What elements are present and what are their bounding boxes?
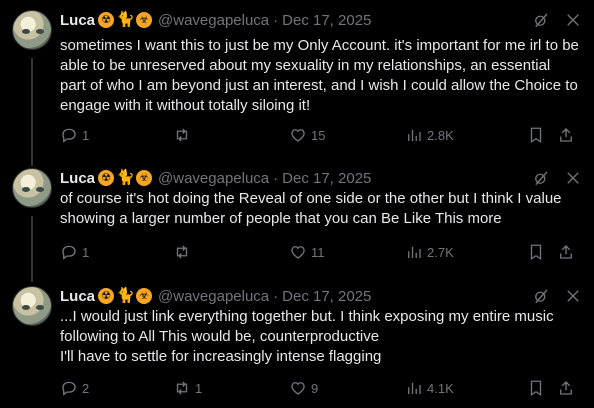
grok-icon[interactable] bbox=[532, 169, 550, 187]
retweet-button[interactable] bbox=[173, 126, 195, 144]
biohazard-emoji: ☣ bbox=[136, 170, 153, 186]
like-count: 15 bbox=[311, 127, 326, 143]
timestamp[interactable]: Dec 17, 2025 bbox=[282, 170, 371, 187]
more-icon[interactable] bbox=[564, 287, 582, 305]
radioactive-emoji: ☢ bbox=[98, 288, 115, 304]
action-bar: 1 11 2.7K bbox=[60, 242, 580, 262]
reply-button[interactable]: 1 bbox=[60, 243, 89, 261]
heart-icon bbox=[291, 382, 305, 395]
action-bar: 2 1 9 4.1K bbox=[60, 378, 580, 398]
tweet-text: of course it's hot doing the Reveal of o… bbox=[60, 190, 562, 227]
share-button[interactable] bbox=[557, 379, 575, 397]
views-icon bbox=[408, 382, 421, 394]
heart-icon bbox=[291, 129, 305, 142]
share-icon bbox=[560, 381, 572, 395]
retweet-button[interactable]: 1 bbox=[173, 379, 202, 397]
display-name[interactable]: Luca bbox=[60, 288, 95, 305]
views-icon bbox=[408, 246, 421, 258]
display-name[interactable]: Luca bbox=[60, 170, 95, 187]
display-name[interactable]: Luca bbox=[60, 12, 95, 29]
action-bar: 1 15 2.8K bbox=[60, 125, 580, 145]
like-count: 11 bbox=[311, 244, 325, 260]
reply-button[interactable]: 1 bbox=[60, 126, 89, 144]
radioactive-emoji: ☢ bbox=[98, 170, 115, 186]
reply-count: 1 bbox=[82, 244, 90, 260]
bookmark-icon bbox=[530, 380, 542, 397]
tweet-header: Luca ☢ 🐈 ☣ @wavegapeluca · Dec 17, 2025 bbox=[60, 10, 371, 30]
avatar[interactable] bbox=[12, 286, 52, 326]
separator-dot: · bbox=[273, 287, 279, 305]
cat-emoji: 🐈 bbox=[116, 287, 135, 304]
reply-button[interactable]: 2 bbox=[60, 379, 89, 397]
timestamp[interactable]: Dec 17, 2025 bbox=[282, 12, 371, 29]
view-count: 2.8K bbox=[427, 127, 454, 143]
share-button[interactable] bbox=[557, 243, 575, 261]
share-button[interactable] bbox=[557, 126, 575, 144]
retweet-icon bbox=[176, 245, 188, 259]
more-icon[interactable] bbox=[564, 169, 582, 187]
reply-icon bbox=[62, 245, 76, 260]
views-icon bbox=[408, 129, 421, 141]
handle[interactable]: @wavegapeluca bbox=[158, 288, 269, 305]
retweet-icon bbox=[176, 128, 188, 142]
retweet-icon bbox=[176, 381, 188, 395]
handle[interactable]: @wavegapeluca bbox=[158, 12, 269, 29]
like-button[interactable]: 9 bbox=[289, 379, 318, 397]
bookmark-button[interactable] bbox=[527, 243, 545, 261]
biohazard-emoji: ☣ bbox=[136, 288, 153, 304]
reply-icon bbox=[62, 381, 76, 396]
view-count: 4.1K bbox=[427, 380, 454, 396]
tweet-text: ...I would just link everything together… bbox=[60, 308, 554, 365]
reply-icon bbox=[62, 128, 76, 143]
tweet-text: sometimes I want this to just be my Only… bbox=[60, 37, 579, 114]
view-count: 2.7K bbox=[427, 244, 454, 260]
share-icon bbox=[560, 128, 572, 142]
retweet-count: 1 bbox=[195, 380, 203, 396]
tweet-header: Luca ☢ 🐈 ☣ @wavegapeluca · Dec 17, 2025 bbox=[60, 168, 371, 188]
tweet-header: Luca ☢ 🐈 ☣ @wavegapeluca · Dec 17, 2025 bbox=[60, 286, 371, 306]
cat-emoji: 🐈 bbox=[116, 11, 135, 28]
more-icon[interactable] bbox=[564, 11, 582, 29]
share-icon bbox=[560, 245, 572, 259]
reply-count: 1 bbox=[82, 127, 90, 143]
separator-dot: · bbox=[273, 169, 279, 187]
handle[interactable]: @wavegapeluca bbox=[158, 170, 269, 187]
biohazard-emoji: ☣ bbox=[136, 12, 153, 28]
like-button[interactable]: 11 bbox=[289, 243, 325, 261]
separator-dot: · bbox=[273, 11, 279, 29]
like-button[interactable]: 15 bbox=[289, 126, 325, 144]
radioactive-emoji: ☢ bbox=[98, 12, 115, 28]
bookmark-icon bbox=[530, 244, 542, 261]
reply-count: 2 bbox=[82, 380, 90, 396]
views-button[interactable]: 2.8K bbox=[405, 126, 454, 144]
grok-icon[interactable] bbox=[532, 11, 550, 29]
views-button[interactable]: 4.1K bbox=[405, 379, 454, 397]
thread-line bbox=[31, 216, 33, 282]
heart-icon bbox=[291, 246, 305, 259]
timestamp[interactable]: Dec 17, 2025 bbox=[282, 288, 371, 305]
avatar[interactable] bbox=[12, 168, 52, 208]
cat-emoji: 🐈 bbox=[116, 169, 135, 186]
views-button[interactable]: 2.7K bbox=[405, 243, 454, 261]
retweet-button[interactable] bbox=[173, 243, 195, 261]
avatar[interactable] bbox=[12, 10, 52, 50]
bookmark-button[interactable] bbox=[527, 126, 545, 144]
tweet[interactable]: Luca ☢ 🐈 ☣ @wavegapeluca · Dec 17, 2025 … bbox=[0, 0, 594, 160]
bookmark-icon bbox=[530, 127, 542, 144]
grok-icon[interactable] bbox=[532, 287, 550, 305]
like-count: 9 bbox=[311, 380, 319, 396]
bookmark-button[interactable] bbox=[527, 379, 545, 397]
